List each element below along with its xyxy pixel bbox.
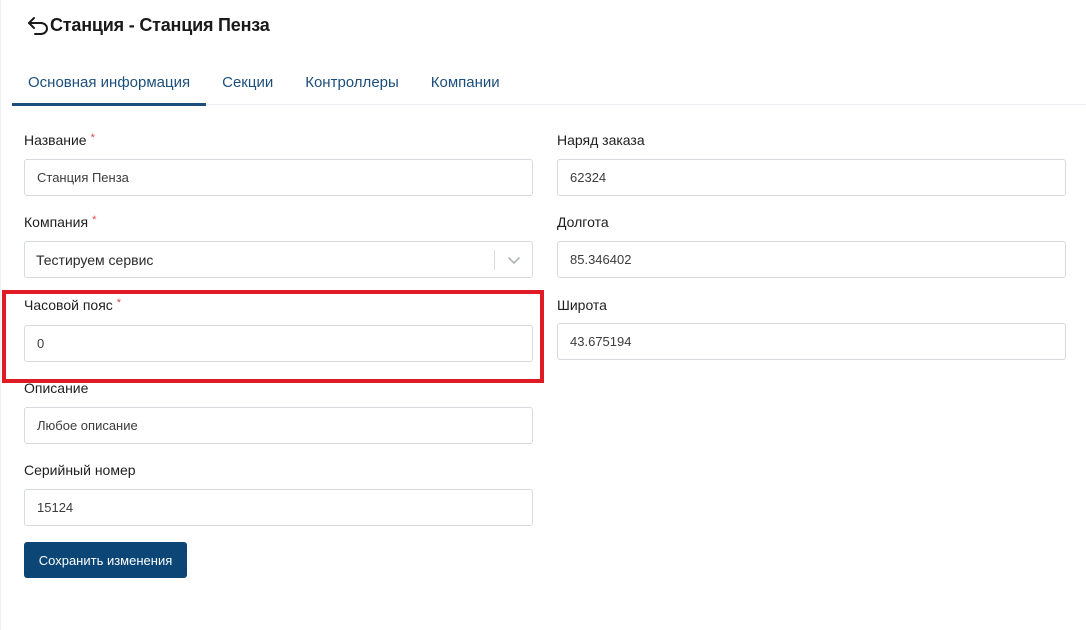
page-header: Станция - Станция Пенза	[26, 12, 270, 38]
description-label-text: Описание	[24, 380, 89, 396]
latitude-input[interactable]: 43.675194	[557, 323, 1066, 360]
serial-label: Серийный номер	[24, 462, 533, 482]
serial-field-group: Серийный номер 15124	[24, 462, 533, 526]
timezone-label-text: Часовой пояс	[24, 297, 113, 313]
longitude-input[interactable]: 85.346402	[557, 241, 1066, 278]
tab-bar: Основная информация Секции Контроллеры К…	[12, 60, 1086, 106]
serial-input[interactable]: 15124	[24, 489, 533, 526]
longitude-field-group: Долгота 85.346402	[557, 214, 1066, 278]
order-label-text: Наряд заказа	[557, 132, 645, 148]
description-field-group: Описание Любое описание	[24, 380, 533, 444]
chevron-down-icon[interactable]	[506, 252, 522, 268]
description-label: Описание	[24, 380, 533, 400]
timezone-label: Часовой пояс *	[24, 297, 533, 317]
tab-controllers[interactable]: Контроллеры	[289, 60, 415, 105]
save-changes-button[interactable]: Сохранить изменения	[24, 542, 187, 578]
tab-main-info[interactable]: Основная информация	[12, 60, 207, 106]
latitude-label-text: Широта	[557, 297, 607, 313]
latitude-label: Широта	[557, 297, 1066, 317]
name-label-text: Название	[24, 132, 87, 148]
required-marker: *	[92, 214, 97, 226]
select-divider	[494, 250, 495, 270]
company-label: Компания *	[24, 214, 533, 234]
required-marker: *	[90, 132, 95, 144]
name-input[interactable]: Станция Пенза	[24, 159, 533, 196]
order-label: Наряд заказа	[557, 132, 1066, 152]
company-label-text: Компания	[24, 214, 89, 230]
company-field-group: Компания * Тестируем сервис	[24, 214, 533, 278]
station-page: Станция - Станция Пенза Основная информа…	[0, 0, 1086, 630]
timezone-field-group: Часовой пояс * 0	[24, 297, 533, 362]
company-select[interactable]: Тестируем сервис	[24, 241, 533, 278]
tab-companies[interactable]: Компании	[415, 60, 516, 105]
serial-label-text: Серийный номер	[24, 462, 136, 478]
left-divider	[0, 0, 1, 630]
tab-sections[interactable]: Секции	[206, 60, 289, 105]
longitude-label: Долгота	[557, 214, 1066, 234]
name-field-group: Название * Станция Пенза	[24, 132, 533, 196]
required-marker: *	[116, 297, 122, 309]
back-arrow-icon[interactable]	[26, 13, 50, 37]
order-field-group: Наряд заказа 62324	[557, 132, 1066, 196]
latitude-field-group: Широта 43.675194	[557, 297, 1066, 360]
page-title: Станция - Станция Пенза	[50, 14, 270, 35]
timezone-input[interactable]: 0	[24, 325, 533, 362]
longitude-label-text: Долгота	[557, 214, 609, 230]
order-input[interactable]: 62324	[557, 159, 1066, 196]
company-select-value: Тестируем сервис	[36, 251, 154, 268]
description-input[interactable]: Любое описание	[24, 407, 533, 444]
name-label: Название *	[24, 132, 533, 152]
